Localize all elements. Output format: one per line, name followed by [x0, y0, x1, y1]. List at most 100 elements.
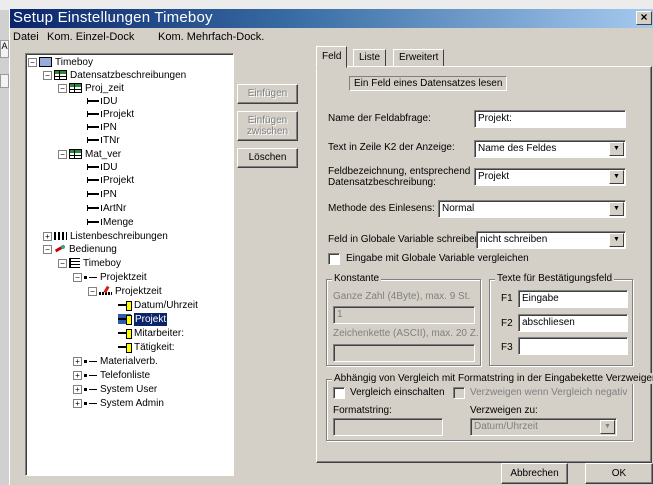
- methode-select[interactable]: Normal ▼: [438, 200, 626, 218]
- tree-item-menu[interactable]: + Telefonliste: [73, 369, 150, 382]
- collapse-icon[interactable]: −: [58, 84, 67, 93]
- ok-button[interactable]: OK: [585, 463, 653, 484]
- tab-feld[interactable]: Feld: [316, 46, 348, 68]
- name-label: Name der Feldabfrage:: [328, 113, 431, 124]
- expand-icon[interactable]: +: [73, 357, 82, 366]
- k2-label: Text in Zeile K2 der Anzeige:: [328, 142, 455, 153]
- tree-item-menu[interactable]: + System User: [73, 383, 157, 396]
- field-icon: [87, 135, 102, 145]
- f3-input[interactable]: [518, 337, 628, 355]
- chevron-down-icon[interactable]: ▼: [609, 233, 624, 247]
- background-tab: A: [0, 40, 9, 58]
- menu-mehrfach-dock[interactable]: Kom. Mehrfach-Dock.: [158, 31, 264, 43]
- tree-item-field[interactable]: ArtNr: [87, 202, 126, 215]
- tree-item-listen[interactable]: + Listenbeschreibungen: [43, 230, 168, 243]
- field-icon: [87, 109, 102, 119]
- tree-item-field[interactable]: Projekt: [87, 108, 134, 121]
- tree-item-field[interactable]: Projekt: [87, 174, 134, 187]
- tree-item-menu[interactable]: + System Admin: [73, 397, 164, 410]
- tree-item-field[interactable]: Menge: [87, 216, 134, 229]
- menu-entry-icon: [84, 398, 97, 408]
- compare-checkbox[interactable]: [328, 253, 340, 265]
- field-icon: [87, 122, 102, 132]
- methode-label: Methode des Einlesens:: [328, 203, 435, 214]
- background-app-left: A: [0, 10, 9, 485]
- f2-input[interactable]: abschliesen: [518, 314, 628, 332]
- background-tab-2: [0, 74, 9, 88]
- feld-select-value: Projekt: [478, 171, 510, 182]
- tree-item-mat-ver[interactable]: − Mat_ver: [58, 148, 121, 161]
- tree-view[interactable]: − Timeboy − Datensatzbeschreibungen − Proj_…: [25, 53, 234, 476]
- k2-select[interactable]: Name des Feldes ▼: [474, 140, 626, 158]
- input-field-icon: [118, 342, 132, 353]
- str-input[interactable]: [333, 344, 475, 362]
- branch-title: Abhängig von Vergleich mit Formatstring …: [332, 373, 653, 384]
- tree-item-field[interactable]: DU: [87, 161, 117, 174]
- f1-input[interactable]: Eingabe: [518, 290, 628, 308]
- tree-item-projektzeit-menu[interactable]: − Projektzeit: [73, 271, 147, 284]
- collapse-icon[interactable]: −: [73, 273, 82, 282]
- int-label: Ganze Zahl (4Byte), max. 9 St.: [333, 291, 471, 302]
- tree-item-menu[interactable]: + Materialverb.: [73, 355, 158, 368]
- tree-item-projektzeit-edit[interactable]: − Projektzeit: [88, 285, 162, 298]
- tree-item-datensatz[interactable]: − Datensatzbeschreibungen: [43, 69, 186, 82]
- menu-einzel-dock[interactable]: Kom. Einzel-Dock: [47, 31, 134, 43]
- chevron-down-icon[interactable]: ▼: [609, 170, 624, 184]
- tab-liste[interactable]: Liste: [353, 49, 387, 67]
- format-input[interactable]: [333, 418, 443, 436]
- global-select[interactable]: nicht schreiben ▼: [476, 231, 626, 249]
- insert-between-button[interactable]: Einfügen zwischen: [237, 111, 298, 141]
- menu-entry-icon: [84, 370, 97, 380]
- expand-icon[interactable]: +: [73, 385, 82, 394]
- chevron-down-icon[interactable]: ▼: [609, 142, 624, 156]
- tree-item-timeboy[interactable]: − Timeboy: [58, 257, 121, 270]
- tree-item-field[interactable]: PN: [87, 121, 117, 134]
- tree-item-input-selected[interactable]: Projekt: [118, 313, 168, 326]
- tree-item-proj-zeit[interactable]: − Proj_zeit: [58, 82, 124, 95]
- title-bar[interactable]: Setup Einstellungen Timeboy ×: [10, 9, 653, 28]
- tab-erweitert[interactable]: Erweitert: [393, 49, 445, 67]
- close-button[interactable]: ×: [636, 11, 652, 25]
- insert-button[interactable]: Einfügen: [237, 84, 298, 104]
- field-icon: [87, 203, 102, 213]
- collapse-icon[interactable]: −: [58, 259, 67, 268]
- tree-item-input[interactable]: Datum/Uhrzeit: [118, 299, 198, 312]
- expand-icon[interactable]: +: [73, 371, 82, 380]
- tree-item-field[interactable]: PN: [87, 188, 117, 201]
- chevron-down-icon[interactable]: ▼: [600, 420, 615, 434]
- cancel-button[interactable]: Abbrechen: [501, 463, 568, 484]
- input-field-icon: [118, 328, 132, 339]
- expand-icon[interactable]: +: [73, 399, 82, 408]
- tree-item-timeboy-root[interactable]: − Timeboy: [28, 56, 93, 69]
- tools-icon: [54, 244, 66, 254]
- chevron-down-icon[interactable]: ▼: [609, 202, 624, 216]
- branch-to-select[interactable]: Datum/Uhrzeit ▼: [470, 418, 617, 436]
- tree-item-field[interactable]: DU: [87, 95, 117, 108]
- collapse-icon[interactable]: −: [28, 58, 37, 67]
- window-title: Setup Einstellungen Timeboy: [13, 9, 213, 26]
- name-input[interactable]: Projekt:: [474, 110, 626, 128]
- collapse-icon[interactable]: −: [43, 245, 52, 254]
- f2-label: F2: [501, 318, 513, 329]
- compare-on-checkbox[interactable]: [333, 387, 345, 399]
- tree-item-field[interactable]: TNr: [87, 134, 120, 147]
- insert-between-label-2: zwischen: [246, 126, 289, 137]
- field-icon: [87, 96, 102, 106]
- compare-label: Eingabe mit Globale Variable vergleichen: [346, 253, 529, 264]
- tree-item-input[interactable]: Tätigkeit:: [118, 341, 175, 354]
- delete-button[interactable]: Löschen: [237, 148, 298, 168]
- branch-negative-label: Verzweigen wenn Vergleich negativ: [470, 387, 628, 398]
- menu-datei[interactable]: Datei: [13, 31, 39, 43]
- feld-select[interactable]: Projekt ▼: [474, 168, 626, 186]
- tree-item-bedienung[interactable]: − Bedienung: [43, 243, 117, 256]
- collapse-icon[interactable]: −: [58, 150, 67, 159]
- expand-icon[interactable]: +: [43, 232, 52, 241]
- collapse-icon[interactable]: −: [43, 71, 52, 80]
- list-icon: [54, 232, 67, 240]
- branch-negative-checkbox[interactable]: [453, 387, 465, 399]
- input-field-icon: [118, 300, 132, 311]
- int-input[interactable]: 1: [333, 306, 475, 324]
- tree-item-input[interactable]: Mitarbeiter:: [118, 327, 184, 340]
- collapse-icon[interactable]: −: [88, 287, 97, 296]
- field-panel: Ein Feld eines Datensatzes lesen Name de…: [316, 66, 653, 463]
